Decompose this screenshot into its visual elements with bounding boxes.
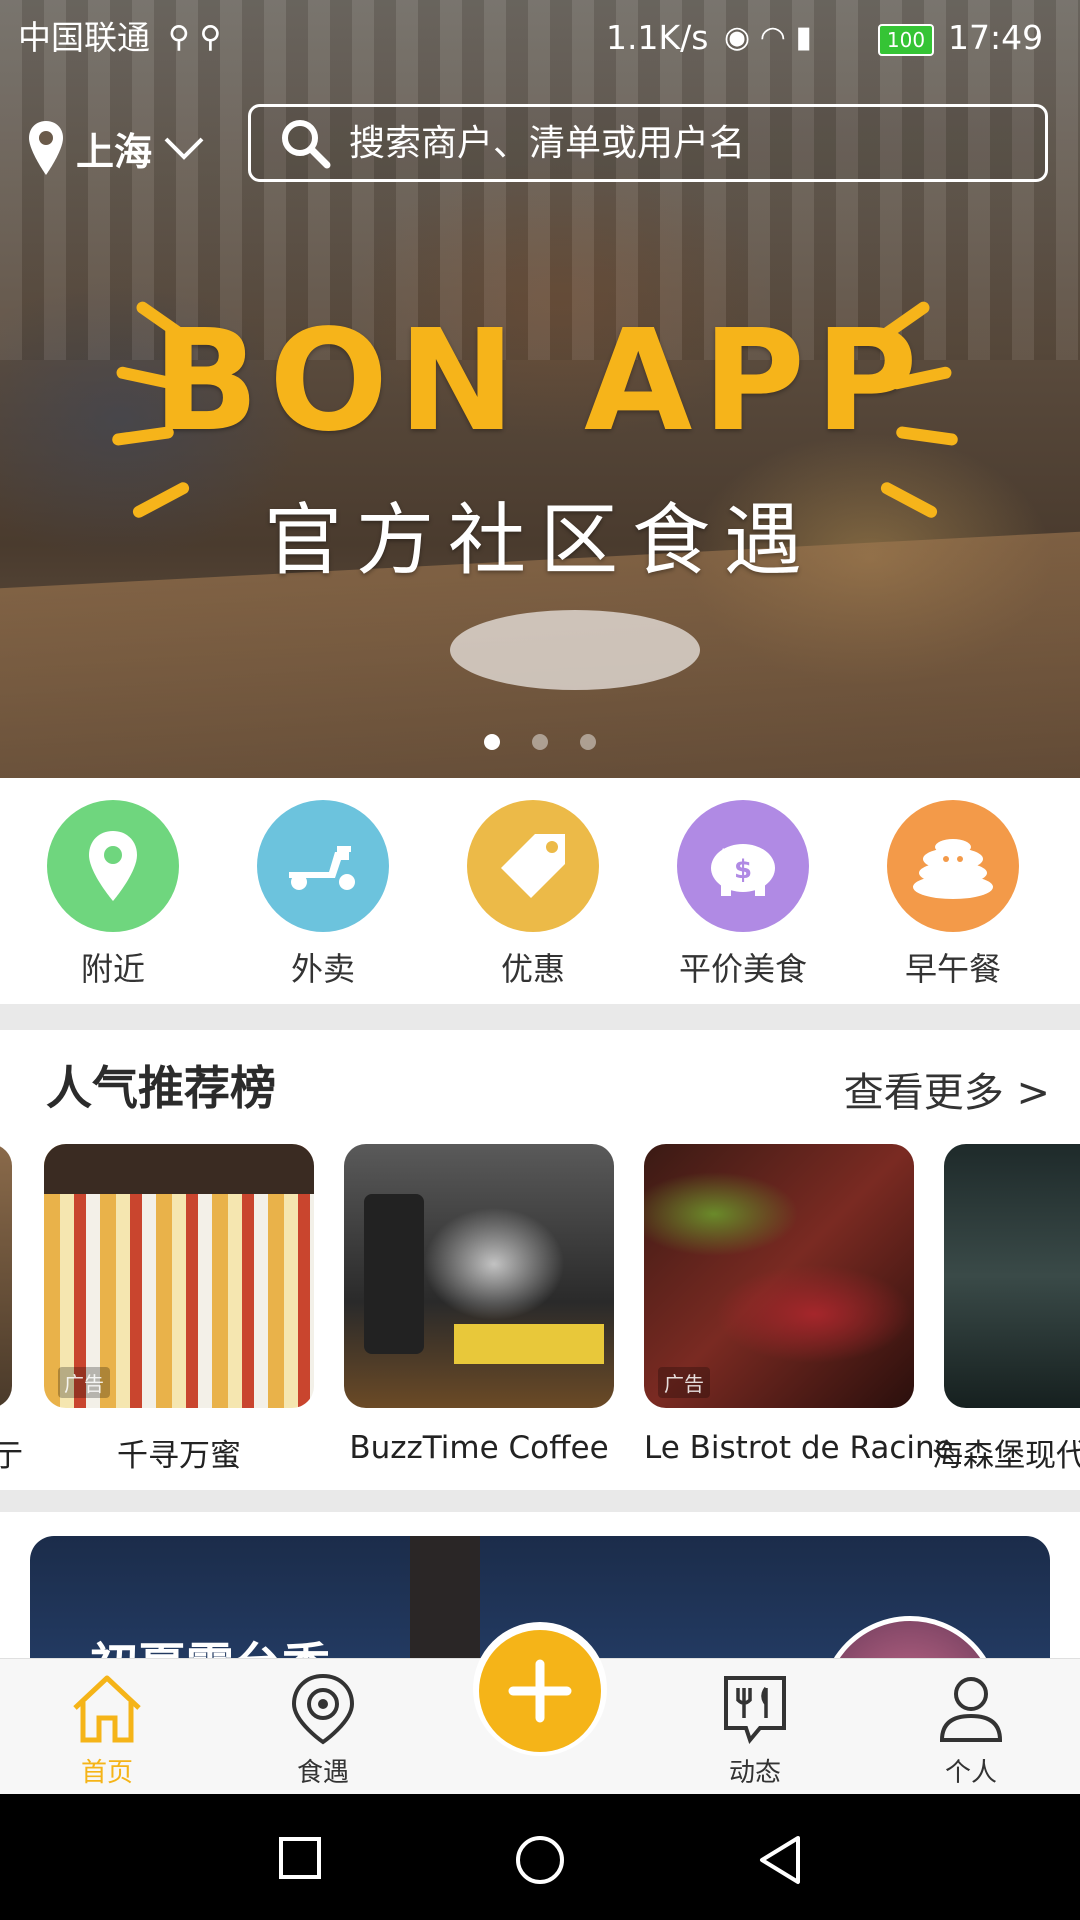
- tab-label: 首页: [80, 1758, 133, 1788]
- piggy-bank-icon: $: [677, 800, 809, 932]
- usb-icon: ⚲ ⚲: [168, 20, 222, 55]
- pancake-icon: [887, 800, 1019, 932]
- location-pin-icon: [29, 121, 63, 175]
- category-label: 早午餐: [904, 950, 1001, 988]
- restaurant-name: BuzzTime Coffee: [349, 1430, 609, 1466]
- section-divider: [0, 1004, 1080, 1030]
- tab-feed[interactable]: 动态: [680, 1672, 830, 1789]
- status-icons: ◉ ◠ ▮: [724, 20, 812, 55]
- restaurant-photo: [344, 1144, 614, 1408]
- search-input[interactable]: [347, 121, 1011, 165]
- tab-label: 个人: [944, 1758, 997, 1788]
- section-divider: [0, 1490, 1080, 1512]
- carrier-label: 中国联通: [18, 18, 150, 57]
- carousel-dot-2[interactable]: [532, 734, 548, 750]
- tab-encounter[interactable]: 食遇: [248, 1672, 398, 1789]
- restaurant-name: Le Bistrot de Racine: [644, 1430, 954, 1466]
- tag-icon: [467, 800, 599, 932]
- restaurant-name-partial: 亍: [0, 1438, 23, 1474]
- category-brunch[interactable]: 早午餐: [868, 800, 1038, 990]
- search-bar[interactable]: [248, 104, 1048, 182]
- network-speed: 1.1K/s: [606, 18, 709, 57]
- restaurant-card[interactable]: 广告 千寻万蜜: [44, 1144, 314, 1475]
- restaurant-card-partial[interactable]: [0, 1144, 12, 1408]
- carousel-dot-3[interactable]: [580, 734, 596, 750]
- fork-knife-icon: [724, 1676, 786, 1745]
- category-label: 平价美食: [678, 950, 807, 988]
- category-label: 附近: [80, 950, 145, 988]
- location-ring-icon: [291, 1673, 355, 1745]
- map-pin-icon: [47, 800, 179, 932]
- restaurant-photo: 广告: [44, 1144, 314, 1408]
- back-icon[interactable]: [756, 1834, 804, 1886]
- recent-apps-icon[interactable]: [276, 1834, 324, 1882]
- scooter-icon: [257, 800, 389, 932]
- search-icon: [282, 120, 331, 169]
- restaurant-card[interactable]: BuzzTime Coffee: [344, 1144, 614, 1466]
- status-time: 17:49: [948, 18, 1044, 57]
- category-nearby[interactable]: 附近: [28, 800, 198, 990]
- restaurant-photo: 广告: [644, 1144, 914, 1408]
- see-more-link[interactable]: 查看更多 >: [844, 1060, 1050, 1118]
- carousel-dot-1[interactable]: [484, 734, 500, 750]
- category-label: 外卖: [290, 950, 355, 988]
- restaurant-card[interactable]: 海森堡现代: [932, 1144, 1080, 1475]
- plus-icon: [508, 1659, 572, 1723]
- svg-text:$: $: [734, 855, 752, 885]
- tab-label: 食遇: [296, 1758, 349, 1788]
- restaurant-name: 海森堡现代: [932, 1438, 1080, 1474]
- banner-photo-plate: [450, 610, 700, 690]
- category-takeout[interactable]: 外卖: [238, 800, 408, 990]
- restaurant-photo: [944, 1144, 1080, 1408]
- tab-profile[interactable]: 个人: [896, 1672, 1046, 1789]
- ad-badge: 广告: [658, 1367, 710, 1398]
- home-button-icon[interactable]: [514, 1834, 566, 1886]
- add-post-button[interactable]: [479, 1630, 601, 1752]
- tab-home[interactable]: 首页: [32, 1672, 182, 1789]
- city-name: 上海: [76, 129, 153, 174]
- category-budget-food[interactable]: $ 平价美食: [658, 800, 828, 990]
- restaurant-card[interactable]: 广告 Le Bistrot de Racine: [644, 1144, 954, 1466]
- category-deals[interactable]: 优惠: [448, 800, 618, 990]
- city-selector[interactable]: 上海: [26, 116, 206, 180]
- chevron-down-icon: [164, 137, 204, 160]
- home-icon: [73, 1675, 141, 1743]
- tab-label: 动态: [728, 1758, 781, 1788]
- section-title: 人气推荐榜: [46, 1061, 276, 1115]
- category-label: 优惠: [500, 950, 565, 988]
- battery-indicator: 100: [878, 24, 934, 56]
- ad-badge: 广告: [58, 1367, 110, 1398]
- person-icon: [939, 1677, 1003, 1742]
- restaurant-name: 千寻万蜜: [117, 1438, 241, 1474]
